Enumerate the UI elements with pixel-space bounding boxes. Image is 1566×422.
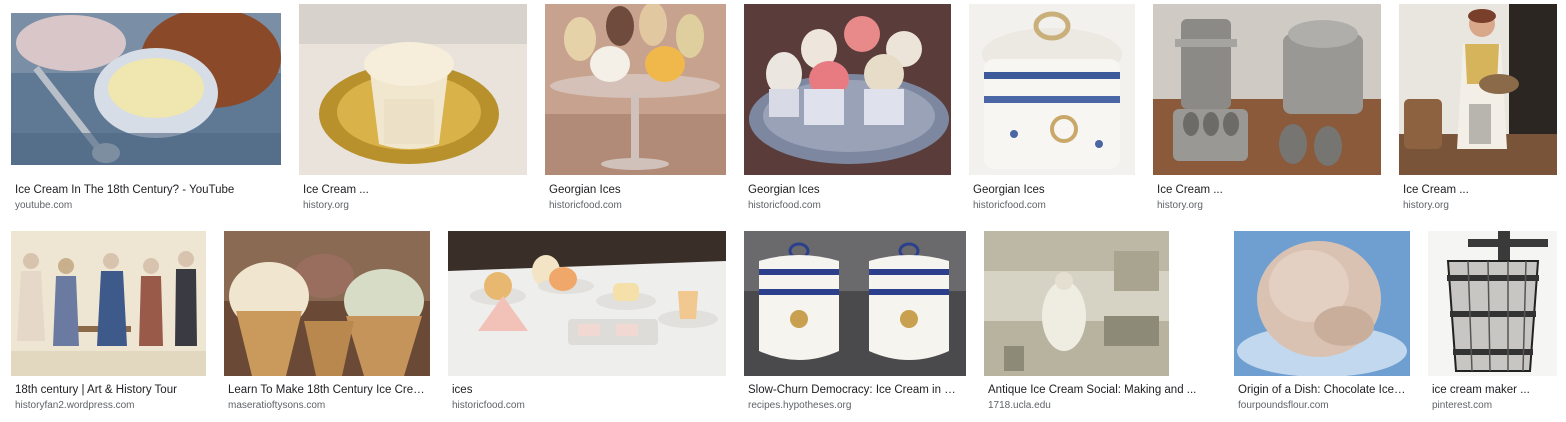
result-source[interactable]: historicfood.com: [549, 200, 722, 212]
result-card[interactable]: Ice Cream ... history.org: [1399, 4, 1557, 213]
result-thumbnail[interactable]: [448, 231, 726, 376]
result-title[interactable]: Georgian Ices: [748, 183, 947, 197]
result-thumbnail[interactable]: [744, 231, 966, 376]
result-title[interactable]: Antique Ice Cream Social: Making and ...: [988, 383, 1212, 397]
result-source[interactable]: fourpoundsflour.com: [1238, 400, 1406, 412]
result-source[interactable]: history.org: [303, 200, 523, 212]
result-source[interactable]: historyfan2.wordpress.com: [15, 400, 202, 412]
result-thumbnail[interactable]: [224, 231, 430, 376]
result-source[interactable]: history.org: [1403, 200, 1553, 212]
result-card[interactable]: Ice Cream ... history.org: [299, 4, 527, 213]
result-title[interactable]: Learn To Make 18th Century Ice Crea...: [228, 383, 426, 397]
result-source[interactable]: recipes.hypotheses.org: [748, 400, 962, 412]
result-thumbnail[interactable]: [1428, 231, 1557, 376]
result-card[interactable]: Slow-Churn Democracy: Ice Cream in 18t..…: [744, 231, 966, 415]
result-title[interactable]: Ice Cream ...: [1157, 183, 1377, 197]
result-thumbnail[interactable]: [11, 13, 281, 165]
result-source[interactable]: historicfood.com: [452, 400, 722, 412]
result-title[interactable]: ices: [452, 383, 722, 397]
result-source[interactable]: historicfood.com: [748, 200, 947, 212]
result-title[interactable]: Ice Cream In The 18th Century? - YouTube: [15, 183, 277, 197]
result-thumbnail[interactable]: [299, 4, 527, 175]
result-source[interactable]: pinterest.com: [1432, 400, 1553, 412]
result-title[interactable]: Ice Cream ...: [1403, 183, 1553, 197]
result-source[interactable]: historicfood.com: [973, 200, 1131, 212]
result-title[interactable]: Georgian Ices: [973, 183, 1131, 197]
result-title[interactable]: 18th century | Art & History Tour: [15, 383, 202, 397]
result-card[interactable]: 18th century | Art & History Tour histor…: [11, 231, 206, 415]
result-card[interactable]: Origin of a Dish: Chocolate Ice C... fou…: [1234, 231, 1410, 415]
result-thumbnail[interactable]: [545, 4, 726, 175]
result-thumbnail[interactable]: [969, 4, 1135, 175]
result-title[interactable]: Ice Cream ...: [303, 183, 523, 197]
result-card[interactable]: Learn To Make 18th Century Ice Crea... m…: [224, 231, 430, 415]
result-thumbnail[interactable]: [744, 4, 951, 175]
result-thumbnail[interactable]: [1399, 4, 1557, 175]
result-card[interactable]: ice cream maker ... pinterest.com: [1428, 231, 1557, 415]
result-title[interactable]: ice cream maker ...: [1432, 383, 1553, 397]
result-title[interactable]: Origin of a Dish: Chocolate Ice C...: [1238, 383, 1406, 397]
result-title[interactable]: Georgian Ices: [549, 183, 722, 197]
result-source[interactable]: maseratioftysons.com: [228, 400, 426, 412]
result-card[interactable]: Georgian Ices historicfood.com: [744, 4, 951, 213]
result-thumbnail[interactable]: [11, 231, 206, 376]
result-thumbnail[interactable]: [984, 231, 1216, 376]
result-card[interactable]: Georgian Ices historicfood.com: [545, 4, 726, 213]
result-source[interactable]: history.org: [1157, 200, 1377, 212]
result-card[interactable]: ices historicfood.com: [448, 231, 726, 415]
result-card[interactable]: Antique Ice Cream Social: Making and ...…: [984, 231, 1216, 415]
result-card[interactable]: Ice Cream In The 18th Century? - YouTube…: [11, 13, 281, 213]
result-source[interactable]: youtube.com: [15, 200, 277, 212]
result-title[interactable]: Slow-Churn Democracy: Ice Cream in 18t..…: [748, 383, 962, 397]
result-thumbnail[interactable]: [1234, 231, 1410, 376]
result-source[interactable]: 1718.ucla.edu: [988, 400, 1212, 412]
result-card[interactable]: Ice Cream ... history.org: [1153, 4, 1381, 213]
result-thumbnail[interactable]: [1153, 4, 1381, 175]
result-card[interactable]: Georgian Ices historicfood.com: [969, 4, 1135, 213]
